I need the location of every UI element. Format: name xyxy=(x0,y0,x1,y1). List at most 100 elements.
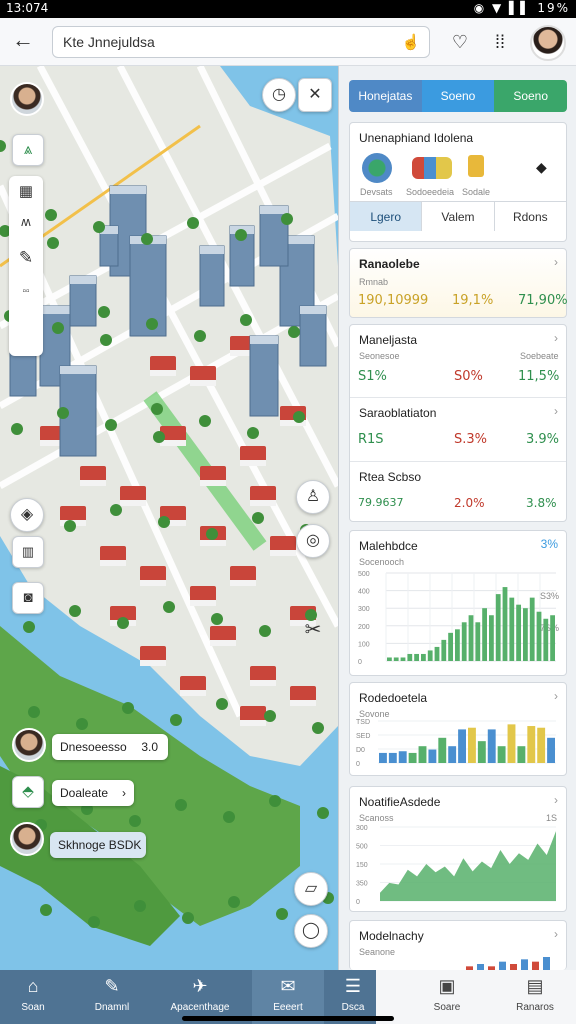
document-icon[interactable] xyxy=(468,155,484,177)
tab-2[interactable]: Soeno xyxy=(421,80,495,112)
nav-item-7[interactable]: ▤ Ranaros xyxy=(494,970,576,1024)
more-icon[interactable]: ⁞⁞ xyxy=(488,31,512,55)
tree-1 xyxy=(47,237,59,249)
tree-45 xyxy=(69,605,81,617)
map-card-1[interactable]: Dnesoeesso 3.0 xyxy=(52,734,168,760)
screen-icon[interactable]: ◙ xyxy=(12,582,44,614)
layers-icon[interactable]: ▥ xyxy=(12,536,44,568)
segment-1[interactable]: Lgero xyxy=(350,202,423,231)
chat-icon[interactable]: ⬘ xyxy=(12,776,44,808)
pin-tool-icon[interactable]: ⩓ xyxy=(12,134,44,166)
chart-1-ytick: 100 xyxy=(358,641,370,648)
nav-item-6[interactable]: ▣ Soare xyxy=(404,970,490,1024)
tab-3[interactable]: Soeno xyxy=(494,80,567,112)
measure-icon[interactable]: ʍ xyxy=(9,214,43,229)
metric-1-title: Ranaolebe xyxy=(359,257,420,271)
shield-icon[interactable]: ♡ xyxy=(448,31,472,55)
ruler-icon[interactable]: ▱ xyxy=(294,872,328,906)
chart-2-bar xyxy=(487,729,496,763)
tool-column: ▦ ʍ ✎ ▫▫ xyxy=(9,176,43,356)
tower-10 xyxy=(299,305,327,367)
nav-item-home[interactable]: ⌂ Soan xyxy=(0,970,66,1024)
tools-icon[interactable]: ✂ xyxy=(296,614,330,648)
segment-2[interactable]: Valem xyxy=(422,202,495,231)
chart-1-bar xyxy=(414,653,419,661)
house-wall-5 xyxy=(120,500,146,506)
grid-icon[interactable]: ▦ xyxy=(9,182,43,200)
chart-card-1[interactable]: Malehbdce 3% Socenooch S3% 7S% 500 400 300… xyxy=(349,530,567,676)
vehicles-icon[interactable] xyxy=(412,157,452,179)
person-icon[interactable]: ♙ xyxy=(296,480,330,514)
tower-6 xyxy=(249,335,279,417)
metric-block-4[interactable]: Rtea Scbso 79.9637 2.0% 3.8% xyxy=(350,461,566,521)
zoom-icon[interactable]: ▫▫ xyxy=(9,286,43,297)
chart-1-ytick: 0 xyxy=(358,659,362,666)
chart-card-2[interactable]: Rodedoetela › Sovone TSD SED D0 0 xyxy=(349,682,567,776)
home-indicator[interactable] xyxy=(182,1016,394,1021)
tree-24 xyxy=(276,908,288,920)
nav-label-6: Soare xyxy=(433,1002,461,1013)
tree-41 xyxy=(187,217,199,229)
user-avatar-map[interactable] xyxy=(10,82,44,116)
back-arrow-icon[interactable]: ← xyxy=(10,28,36,54)
chart-1-bar xyxy=(421,653,426,661)
mic-icon[interactable]: ☝ xyxy=(401,33,421,53)
house-wall-12 xyxy=(190,600,216,606)
tree-52 xyxy=(110,504,122,516)
chart-4-sub: Seanone xyxy=(359,947,396,957)
search-field[interactable]: Kte Jnnejuldsa ☝ xyxy=(52,26,430,58)
chart-4-bar xyxy=(543,957,550,971)
tab-3-label: Soeno xyxy=(513,89,549,103)
comment-icon[interactable]: ◯ xyxy=(294,914,328,948)
tab-1[interactable]: Honejatas xyxy=(349,80,422,112)
tree-32 xyxy=(40,904,52,916)
chart-1-bar xyxy=(536,611,542,661)
chart-2-bar xyxy=(507,724,516,763)
visibility-icon[interactable]: ◆ xyxy=(536,159,547,176)
chevron-right-icon: › xyxy=(122,786,126,800)
nav-item-2[interactable]: ✎ Dnamnl xyxy=(76,970,148,1024)
chart-1-bar xyxy=(393,657,399,661)
house-wall-18 xyxy=(290,700,316,706)
close-icon[interactable]: ✕ xyxy=(298,78,332,112)
chart-2-bar xyxy=(477,741,486,763)
map-card-1-label: Dnesoeesso xyxy=(60,740,127,754)
tree-22 xyxy=(170,714,182,726)
locate-icon[interactable]: ◎ xyxy=(296,524,330,558)
globe-icon[interactable] xyxy=(362,153,392,183)
inbox-icon: ▣ xyxy=(438,976,456,996)
chart-card-4[interactable]: Modelnachy › Seanone xyxy=(349,920,567,971)
tree-19 xyxy=(11,423,23,435)
chart-2-bar xyxy=(458,729,466,763)
metric-block-3[interactable]: Saraoblatiaton › R1S S.3% 3.9% xyxy=(350,397,566,459)
chart-card-3[interactable]: NoatifieAsdede › Scanoss 1S 300 500 150 350… xyxy=(349,786,567,912)
tree-55 xyxy=(269,795,281,807)
tree-34 xyxy=(146,318,158,330)
chart-1-bar xyxy=(400,657,406,661)
metric-block-2[interactable]: Maneljasta › Seonesoe Soebeate S1% S0% 1… xyxy=(350,325,566,395)
segment-3[interactable]: Rdons xyxy=(495,202,566,231)
house-wall-0 xyxy=(150,370,176,376)
metric-card-1[interactable]: Ranaolebe › Rmnab 190,10999 19,1% 71,90% xyxy=(349,248,568,318)
tree-21 xyxy=(117,617,129,629)
overview-icon-label-2: Sodoeedeia xyxy=(406,187,455,197)
chart-3-ytick: 500 xyxy=(356,844,368,851)
agent-avatar-1[interactable] xyxy=(12,728,46,762)
tree-23 xyxy=(223,811,235,823)
map-card-3[interactable]: Skhnoge BSDK xyxy=(50,832,146,858)
city-map[interactable]: ◷ ✕ ⩓ ▦ ʍ ✎ ▫▫ ◈ ▥ ◙ ♙ ◎ ✂ Dnesoeesso 3.… xyxy=(0,66,338,970)
map-card-2[interactable]: Doaleate › xyxy=(52,780,134,806)
tree-47 xyxy=(175,799,187,811)
chart-1-ytick: 400 xyxy=(358,589,370,596)
agent-avatar-2[interactable] xyxy=(10,822,44,856)
avatar[interactable] xyxy=(530,25,566,61)
compass-icon[interactable]: ◷ xyxy=(262,78,296,112)
tab-2-label: Soeno xyxy=(440,89,476,103)
eraser-icon[interactable]: ◈ xyxy=(10,498,44,532)
chart-1-bar xyxy=(489,615,494,661)
metric-1-sub: Rmnab xyxy=(359,277,389,287)
pencil-icon[interactable]: ✎ xyxy=(9,248,43,268)
house-wall-25 xyxy=(160,440,186,446)
tree-28 xyxy=(158,516,170,528)
tree-31 xyxy=(317,807,329,819)
